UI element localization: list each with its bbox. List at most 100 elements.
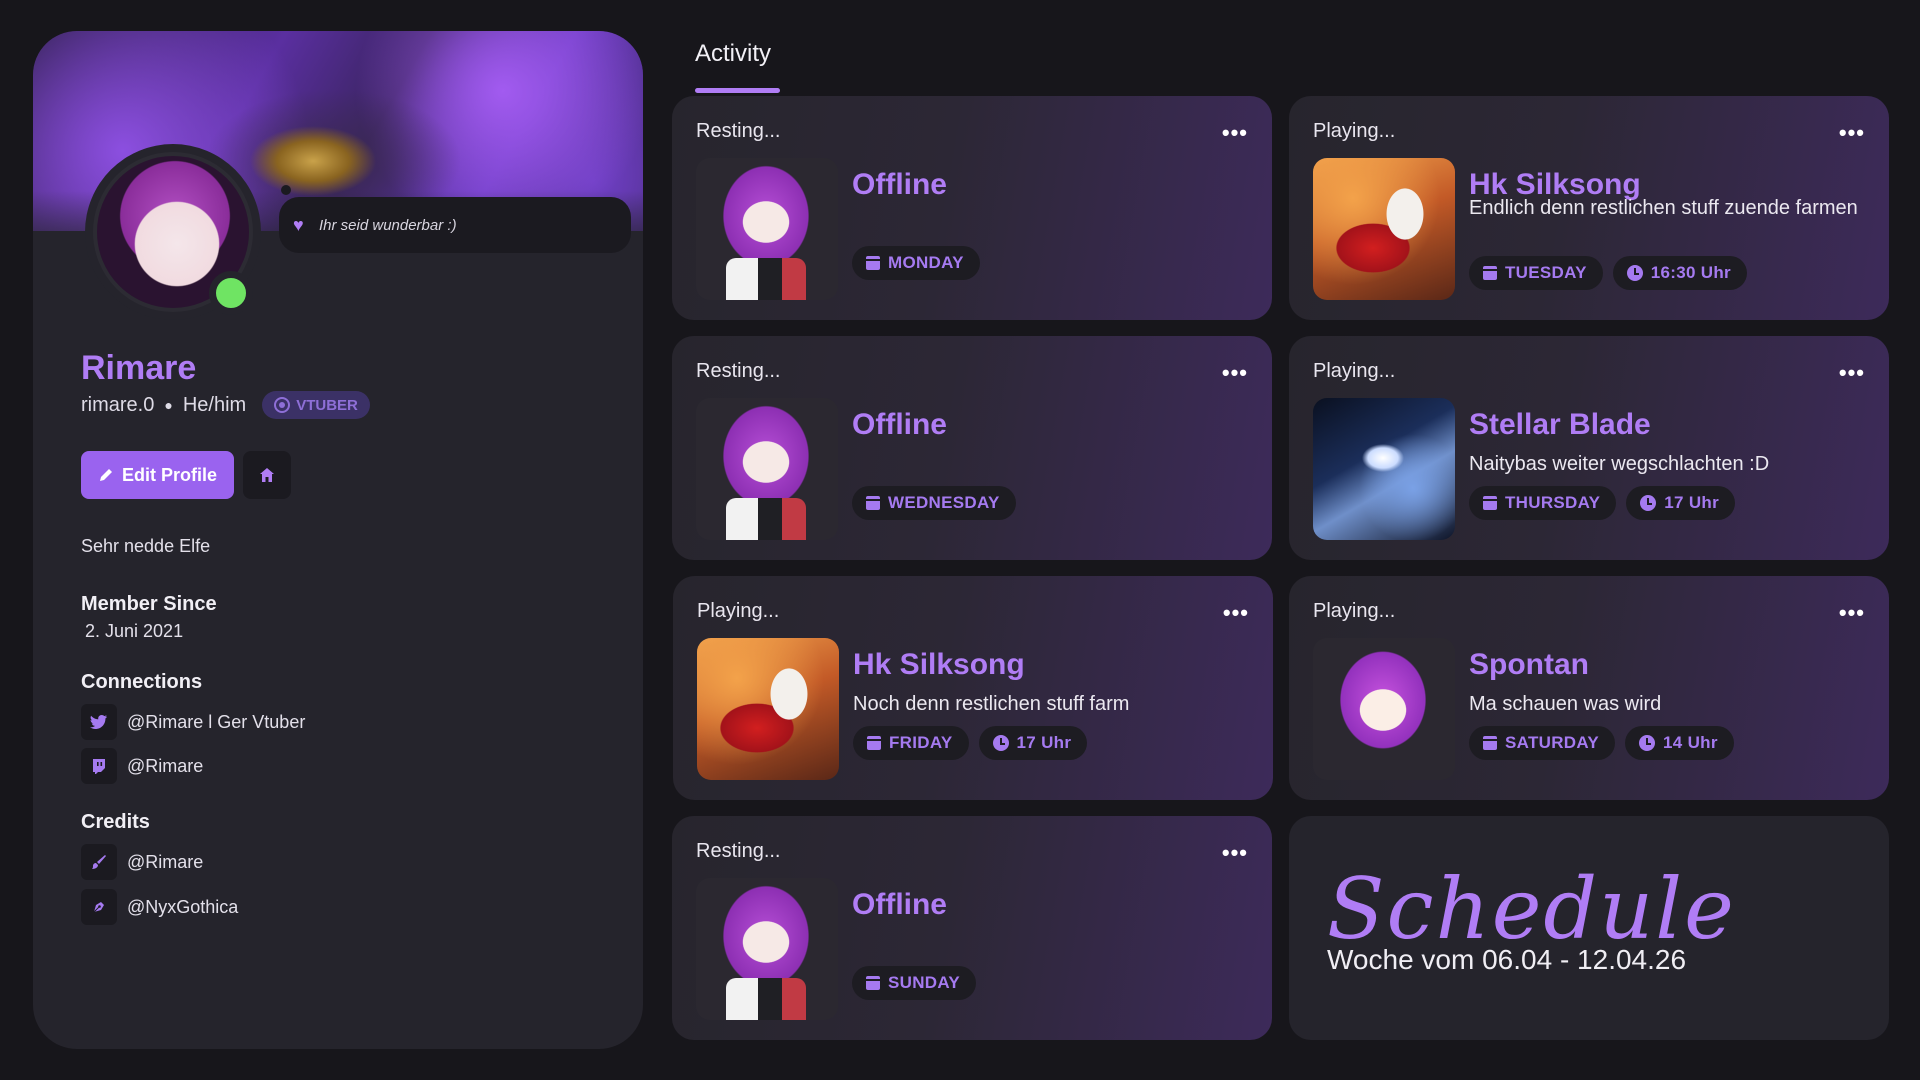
clock-icon <box>1639 735 1656 751</box>
schedule-card-tuesday[interactable]: Playing... ••• Hk Silksong Endlich denn … <box>1289 96 1889 320</box>
twitch-icon <box>81 748 117 784</box>
activity-state: Playing... <box>1313 600 1396 622</box>
credits-heading: Credits <box>81 811 150 833</box>
home-button[interactable] <box>243 451 291 499</box>
schedule-card-saturday[interactable]: Playing... ••• Spontan Ma schauen was wi… <box>1289 576 1889 800</box>
time-label: 16:30 Uhr <box>1650 263 1731 282</box>
activity-title: Offline <box>852 888 947 921</box>
calendar-icon <box>1483 496 1497 510</box>
connection-twitter[interactable]: @Rimare l Ger Vtuber <box>81 704 305 740</box>
calendar-icon <box>866 976 880 990</box>
silksong-cover-image <box>697 638 839 780</box>
time-pill: 17 Uhr <box>978 726 1088 760</box>
badge-icon <box>274 397 291 413</box>
time-label: 17 Uhr <box>1016 733 1072 752</box>
pronouns: He/him <box>182 393 247 416</box>
time-pill: 17 Uhr <box>1626 486 1736 520</box>
connection-twitch[interactable]: @Rimare <box>81 748 203 784</box>
clock-icon <box>992 735 1009 751</box>
chibi-avatar-image <box>696 398 838 540</box>
credit-nyxgothica[interactable]: @NyxGothica <box>81 889 238 925</box>
schedule-card-wednesday[interactable]: Resting... ••• Offline WEDNESDAY <box>672 336 1272 560</box>
day-label: SATURDAY <box>1505 733 1600 752</box>
credit-rimare-label: @Rimare <box>127 851 204 872</box>
calendar-icon <box>1483 736 1497 750</box>
schedule-card-sunday[interactable]: Resting... ••• Offline SUNDAY <box>672 816 1272 1040</box>
profile-panel: ♥ Ihr seid wunderbar :) Rimare rimare.0 … <box>33 31 643 1049</box>
credit-rimare[interactable]: @Rimare <box>81 844 203 880</box>
day-label: TUESDAY <box>1505 263 1587 282</box>
connection-twitch-label: @Rimare <box>127 755 204 776</box>
schedule-card-monday[interactable]: Resting... ••• Offline MONDAY <box>672 96 1272 320</box>
day-pill: FRIDAY <box>853 726 969 760</box>
day-pill: WEDNESDAY <box>852 486 1016 520</box>
pencil-icon <box>99 469 112 481</box>
custom-status-text: Ihr seid wunderbar :) <box>319 216 457 234</box>
twitter-icon <box>81 704 117 740</box>
activity-description: Ma schauen was wird <box>1469 693 1662 715</box>
activity-meta: TUESDAY 16:30 Uhr <box>1469 256 1747 290</box>
more-options-button[interactable]: ••• <box>1222 840 1248 866</box>
tab-activity-indicator <box>695 88 780 93</box>
day-label: THURSDAY <box>1505 493 1601 512</box>
day-label: WEDNESDAY <box>888 493 1000 512</box>
vtuber-badge[interactable]: VTUBER <box>262 391 370 419</box>
day-pill: SUNDAY <box>852 966 977 1000</box>
chibi-avatar-image <box>696 158 838 300</box>
activity-title: Offline <box>852 168 947 201</box>
more-options-button[interactable]: ••• <box>1839 600 1865 626</box>
edit-profile-button[interactable]: Edit Profile <box>81 451 234 499</box>
activity-title: Spontan <box>1469 648 1589 681</box>
schedule-heading-card: Schedule Woche vom 06.04 - 12.04.26 <box>1289 816 1889 1040</box>
time-pill: 14 Uhr <box>1625 726 1734 760</box>
more-options-button[interactable]: ••• <box>1222 120 1248 146</box>
member-since-date: 2. Juni 2021 <box>85 621 184 641</box>
pen-icon <box>81 889 117 925</box>
clock-icon <box>1626 265 1643 281</box>
activity-description: Noch denn restlichen stuff farm <box>853 693 1130 715</box>
schedule-card-friday[interactable]: Playing... ••• Hk Silksong Noch denn res… <box>673 576 1273 800</box>
brush-icon <box>81 844 117 880</box>
day-label: FRIDAY <box>889 733 953 752</box>
edit-profile-label: Edit Profile <box>121 464 217 485</box>
username: rimare.0 <box>81 393 155 416</box>
activity-meta: FRIDAY 17 Uhr <box>853 726 1088 760</box>
calendar-icon <box>867 736 881 750</box>
bio-text: Sehr nedde Elfe <box>81 536 211 556</box>
activity-state: Playing... <box>697 600 780 622</box>
chibi-avatar-image <box>696 878 838 1020</box>
separator-dot: ● <box>164 397 173 413</box>
clock-icon <box>1640 495 1657 511</box>
schedule-card-thursday[interactable]: Playing... ••• Stellar Blade Naitybas we… <box>1289 336 1889 560</box>
day-pill: THURSDAY <box>1469 486 1617 520</box>
time-label: 17 Uhr <box>1664 493 1720 512</box>
time-label: 14 Uhr <box>1663 733 1718 752</box>
vtuber-badge-label: VTUBER <box>296 396 358 414</box>
display-name: Rimare <box>81 349 197 387</box>
credit-nyxgothica-label: @NyxGothica <box>127 896 239 917</box>
activity-meta: SUNDAY <box>852 966 977 1000</box>
heart-icon: ♥ <box>293 215 304 235</box>
stellar-blade-cover-image <box>1313 398 1455 540</box>
activity-state: Playing... <box>1313 360 1396 382</box>
custom-status-bubble[interactable]: ♥ Ihr seid wunderbar :) <box>279 197 631 253</box>
more-options-button[interactable]: ••• <box>1839 360 1865 386</box>
chibi-writing-image <box>1313 638 1455 780</box>
home-icon <box>260 468 274 482</box>
more-options-button[interactable]: ••• <box>1839 120 1865 146</box>
schedule-week-range: Woche vom 06.04 - 12.04.26 <box>1327 944 1687 975</box>
tab-activity[interactable]: Activity <box>695 40 771 68</box>
more-options-button[interactable]: ••• <box>1223 600 1249 626</box>
day-pill: SATURDAY <box>1469 726 1616 760</box>
member-since-heading: Member Since <box>81 593 217 615</box>
status-bubble-tail-small <box>281 185 291 195</box>
activity-state: Resting... <box>696 360 781 382</box>
calendar-icon <box>866 256 880 270</box>
activity-meta: SATURDAY 14 Uhr <box>1469 726 1734 760</box>
activity-meta: WEDNESDAY <box>852 486 1016 520</box>
activity-title: Offline <box>852 408 947 441</box>
more-options-button[interactable]: ••• <box>1222 360 1248 386</box>
day-label: MONDAY <box>888 253 964 272</box>
activity-meta: MONDAY <box>852 246 980 280</box>
online-status-indicator <box>209 271 253 315</box>
